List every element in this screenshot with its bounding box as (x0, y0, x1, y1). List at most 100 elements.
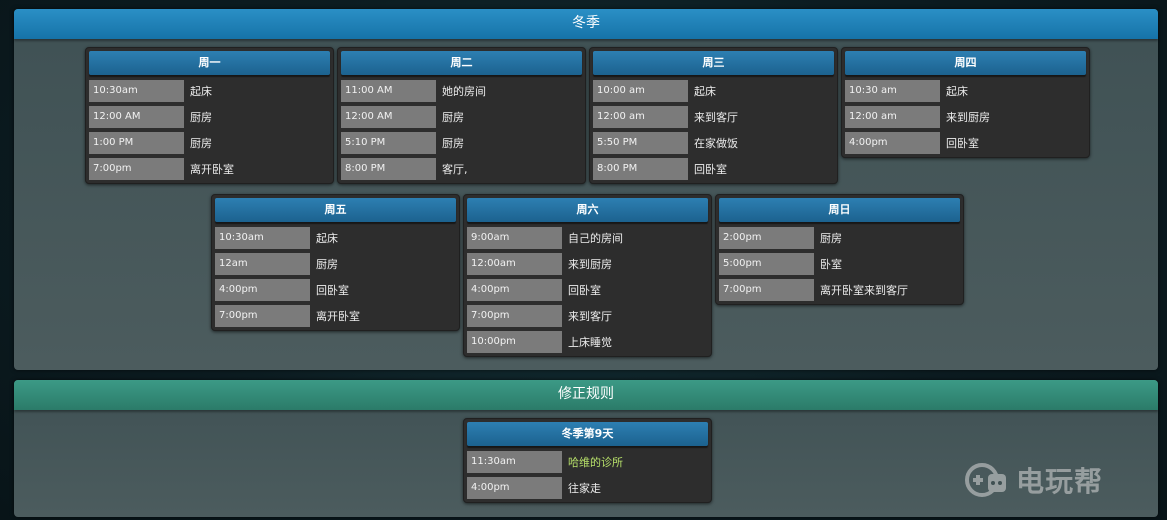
time-cell: 11:30am (467, 450, 562, 473)
schedule-card: 周二 11:00 AM 她的房间 12:00 AM 厨房 5:10 PM 厨房 8:00 PM… (337, 47, 586, 184)
activity-label: 在家做饭 (694, 136, 738, 150)
activity-label: 起床 (694, 84, 716, 98)
time-cell: 4:00pm (467, 476, 562, 499)
activity-label: 回卧室 (316, 283, 349, 297)
time-cell: 1:00 PM (89, 131, 184, 154)
schedule-card: 周一 10:30am 起床 12:00 AM 厨房 1:00 PM 厨房 7:00pm 离开卧室 (85, 47, 334, 184)
time-cell: 10:30am (89, 79, 184, 102)
activity-label: 上床睡觉 (568, 335, 612, 349)
activity-label: 厨房 (316, 257, 338, 271)
time-cell: 8:00 PM (341, 157, 436, 180)
schedule-row: 7:00pm 离开卧室 (89, 157, 330, 180)
schedule-row: 10:30am 起床 (89, 79, 330, 102)
activity-label: 来到厨房 (946, 110, 990, 124)
time-cell: 2:00pm (719, 226, 814, 249)
time-cell: 7:00pm (89, 157, 184, 180)
activity-label: 起床 (316, 231, 338, 245)
schedule-row: 9:00am 自己的房间 (467, 226, 708, 249)
schedule-card: 周六 9:00am 自己的房间 12:00am 来到厨房 4:00pm 回卧室 7:00pm 来… (463, 194, 712, 357)
time-cell: 12:00 am (593, 105, 688, 128)
time-cell: 10:00pm (467, 330, 562, 353)
time-cell: 4:00pm (467, 278, 562, 301)
time-cell: 11:00 AM (341, 79, 436, 102)
schedule-row: 12:00 am 来到客厅 (593, 105, 834, 128)
activity-label: 离开卧室 (316, 309, 360, 323)
schedule-row: 7:00pm 离开卧室 (215, 304, 456, 327)
activity-label: 她的房间 (442, 84, 486, 98)
activity-label: 回卧室 (694, 162, 727, 176)
day-title: 周日 (719, 198, 960, 222)
activity-label: 厨房 (190, 110, 212, 124)
time-cell: 12:00am (467, 252, 562, 275)
watermark-text: 电玩帮 (1016, 465, 1104, 498)
time-cell: 9:00am (467, 226, 562, 249)
schedule-row: 1:00 PM 厨房 (89, 131, 330, 154)
time-cell: 7:00pm (215, 304, 310, 327)
time-cell: 12am (215, 252, 310, 275)
winter-schedule-panel: 冬季 周一 10:30am 起床 12:00 AM 厨房 1:00 PM 厨房 7:00pm 离… (14, 9, 1158, 370)
time-cell: 12:00 am (845, 105, 940, 128)
activity-label: 离开卧室 (190, 162, 234, 176)
activity-label: 厨房 (442, 136, 464, 150)
activity-label: 起床 (190, 84, 212, 98)
activity-label: 离开卧室来到客厅 (820, 283, 908, 297)
activity-label: 回卧室 (946, 136, 979, 150)
time-cell: 4:00pm (215, 278, 310, 301)
schedule-row: 10:00pm 上床睡觉 (467, 330, 708, 353)
day-title: 周四 (845, 51, 1086, 75)
schedule-row: 10:30 am 起床 (845, 79, 1086, 102)
time-cell: 4:00pm (845, 131, 940, 154)
schedule-row: 12:00am 来到厨房 (467, 252, 708, 275)
watermark-logo: 电玩帮 (964, 460, 1144, 500)
winter-section-title: 冬季 (14, 9, 1158, 39)
schedule-row: 4:00pm 回卧室 (845, 131, 1086, 154)
activity-label: 厨房 (442, 110, 464, 124)
time-cell: 5:50 PM (593, 131, 688, 154)
activity-label: 来到客厅 (694, 110, 738, 124)
day-title: 周五 (215, 198, 456, 222)
time-cell: 7:00pm (467, 304, 562, 327)
time-cell: 5:00pm (719, 252, 814, 275)
activity-label: 来到厨房 (568, 257, 612, 271)
day-title: 周三 (593, 51, 834, 75)
activity-label: 卧室 (820, 257, 842, 271)
schedule-row: 12:00 AM 厨房 (341, 105, 582, 128)
schedule-row: 5:00pm 卧室 (719, 252, 960, 275)
schedule-row: 12am 厨房 (215, 252, 456, 275)
activity-label: 厨房 (190, 136, 212, 150)
time-cell: 7:00pm (719, 278, 814, 301)
time-cell: 12:00 AM (89, 105, 184, 128)
schedule-card: 周四 10:30 am 起床 12:00 am 来到厨房 4:00pm 回卧室 (841, 47, 1090, 158)
time-cell: 12:00 AM (341, 105, 436, 128)
time-cell: 10:00 am (593, 79, 688, 102)
schedule-row: 8:00 PM 回卧室 (593, 157, 834, 180)
rules-section-title: 修正规则 (14, 380, 1158, 410)
schedule-row: 7:00pm 来到客厅 (467, 304, 708, 327)
time-cell: 10:30 am (845, 79, 940, 102)
day-title: 周一 (89, 51, 330, 75)
schedule-row: 4:00pm 回卧室 (467, 278, 708, 301)
schedule-row: 12:00 am 来到厨房 (845, 105, 1086, 128)
activity-label: 哈维的诊所 (568, 455, 623, 469)
schedule-row: 7:00pm 离开卧室来到客厅 (719, 278, 960, 301)
time-cell: 8:00 PM (593, 157, 688, 180)
schedule-row: 11:00 AM 她的房间 (341, 79, 582, 102)
schedule-row: 4:00pm 往家走 (467, 476, 708, 499)
day-title: 周六 (467, 198, 708, 222)
schedule-card: 周三 10:00 am 起床 12:00 am 来到客厅 5:50 PM 在家做饭 8:00 … (589, 47, 838, 184)
schedule-row: 5:50 PM 在家做饭 (593, 131, 834, 154)
day-title: 周二 (341, 51, 582, 75)
schedule-row: 10:30am 起床 (215, 226, 456, 249)
gamepad-icon (965, 463, 1006, 497)
schedule-row: 12:00 AM 厨房 (89, 105, 330, 128)
schedule-row: 5:10 PM 厨房 (341, 131, 582, 154)
time-cell: 10:30am (215, 226, 310, 249)
schedule-card: 周日 2:00pm 厨房 5:00pm 卧室 7:00pm 离开卧室来到客厅 (715, 194, 964, 305)
activity-label: 起床 (946, 84, 968, 98)
activity-label: 来到客厅 (568, 309, 612, 323)
schedule-row: 11:30am 哈维的诊所 (467, 450, 708, 473)
day-title: 冬季第9天 (467, 422, 708, 446)
activity-label: 往家走 (568, 481, 601, 495)
schedule-row: 2:00pm 厨房 (719, 226, 960, 249)
time-cell: 5:10 PM (341, 131, 436, 154)
